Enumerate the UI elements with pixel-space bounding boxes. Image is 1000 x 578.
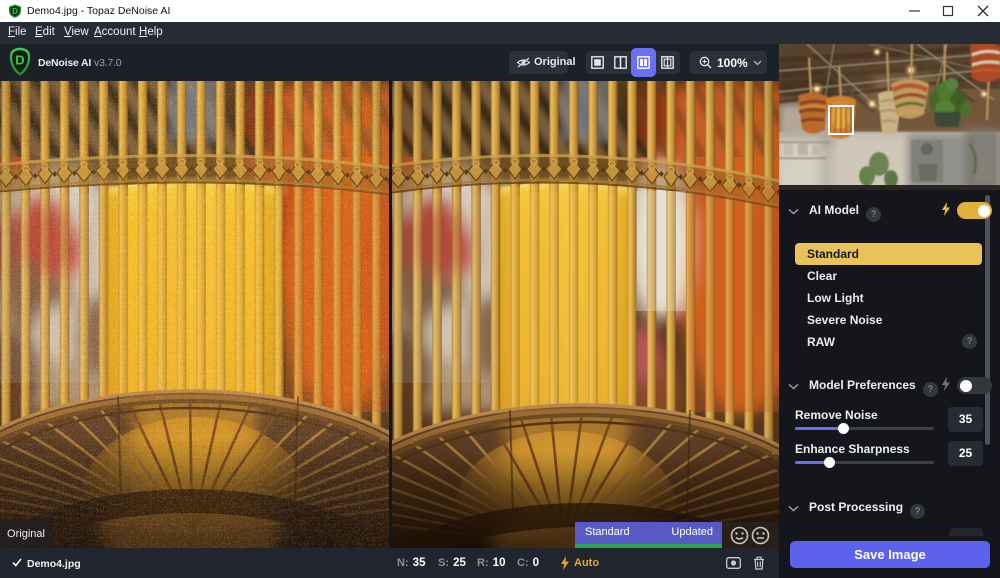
- svg-text:D: D: [15, 53, 24, 68]
- svg-text:D: D: [12, 7, 18, 16]
